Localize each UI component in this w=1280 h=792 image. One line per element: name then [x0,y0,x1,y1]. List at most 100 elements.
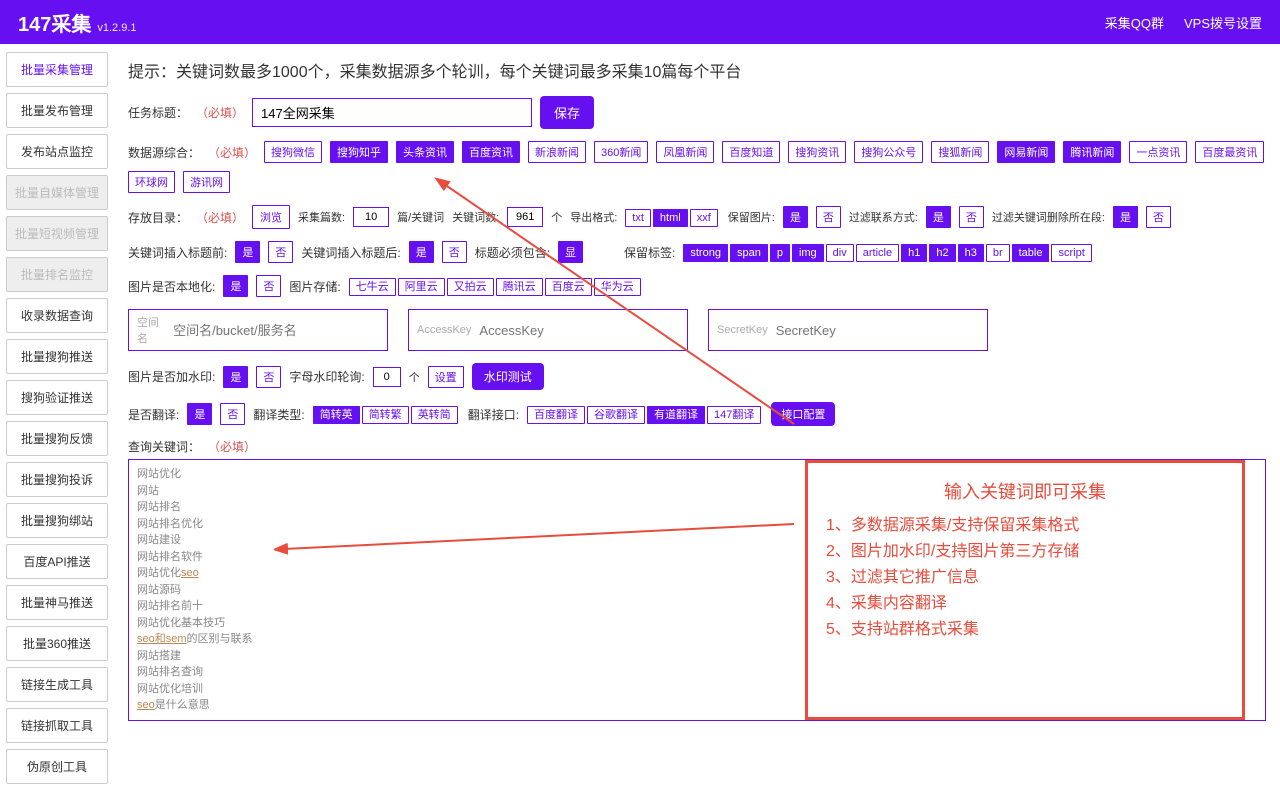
source-tag-1[interactable]: 搜狗知乎 [330,141,388,163]
source-tag-15[interactable]: 环球网 [128,171,175,193]
space-name-field[interactable]: 空间名 [128,309,388,351]
sidebar-item-0[interactable]: 批量采集管理 [6,52,108,87]
source-tag-8[interactable]: 搜狗资讯 [788,141,846,163]
sidebar-item-6[interactable]: 收录数据查询 [6,298,108,333]
kw-prefix-yes[interactable]: 是 [235,241,260,263]
keep-tag-p[interactable]: p [770,244,790,262]
source-tag-10[interactable]: 搜狐新闻 [931,141,989,163]
keep-tag-article[interactable]: article [856,244,899,262]
translate-no[interactable]: 否 [220,403,245,425]
image-store-1[interactable]: 阿里云 [398,278,445,296]
keyword-line-10: seo和sem的区别与联系 [137,631,1257,648]
nav-vps-dial[interactable]: VPS拨号设置 [1184,13,1262,32]
sidebar-item-7[interactable]: 批量搜狗推送 [6,339,108,374]
keyword-line-2: 网站排名 [137,499,1257,516]
keep-tag-br[interactable]: br [986,244,1010,262]
image-store-0[interactable]: 七牛云 [349,278,396,296]
export-format-html[interactable]: html [653,209,688,227]
source-tag-11[interactable]: 网易新闻 [997,141,1055,163]
filter-contact-no[interactable]: 否 [959,206,984,228]
sidebar-item-14[interactable]: 批量360推送 [6,626,108,661]
sidebar-item-11[interactable]: 批量搜狗绑站 [6,503,108,538]
translate-api-1[interactable]: 谷歌翻译 [587,406,645,424]
task-title-required: （必填） [196,104,244,121]
source-tag-5[interactable]: 360新闻 [594,141,648,163]
kw-prefix-label: 关键词插入标题前: [128,244,227,261]
save-button[interactable]: 保存 [540,96,594,129]
access-key-input[interactable] [479,323,679,338]
watermark-no[interactable]: 否 [256,366,281,388]
keep-tag-span[interactable]: span [730,244,768,262]
source-tag-2[interactable]: 头条资讯 [396,141,454,163]
watermark-round-input[interactable] [373,367,401,387]
keyword-count-input[interactable] [507,207,543,227]
source-tag-7[interactable]: 百度知道 [722,141,780,163]
sidebar-item-1[interactable]: 批量发布管理 [6,93,108,128]
sidebar-item-13[interactable]: 批量神马推送 [6,585,108,620]
sidebar-item-12[interactable]: 百度API推送 [6,544,108,579]
export-format-txt[interactable]: txt [625,209,651,227]
filter-delete-para-no[interactable]: 否 [1146,206,1171,228]
keep-tag-h1[interactable]: h1 [901,244,927,262]
api-config-button[interactable]: 接口配置 [771,402,835,426]
kw-suffix-yes[interactable]: 是 [409,241,434,263]
sidebar-item-9[interactable]: 批量搜狗反馈 [6,421,108,456]
translate-yes[interactable]: 是 [187,403,212,425]
kw-prefix-no[interactable]: 否 [268,241,293,263]
keep-tag-h2[interactable]: h2 [929,244,955,262]
collect-count-input[interactable] [353,207,389,227]
source-tag-16[interactable]: 游讯网 [183,171,230,193]
watermark-test-button[interactable]: 水印测试 [472,363,544,390]
filter-delete-para-yes[interactable]: 是 [1113,206,1138,228]
image-localize-yes[interactable]: 是 [223,275,248,297]
image-localize-no[interactable]: 否 [256,275,281,297]
keep-tag-div[interactable]: div [826,244,854,262]
image-store-2[interactable]: 又拍云 [447,278,494,296]
image-store-5[interactable]: 华为云 [594,278,641,296]
keep-tag-img[interactable]: img [792,244,824,262]
source-tag-9[interactable]: 搜狗公众号 [854,141,923,163]
task-title-input[interactable] [252,98,532,127]
secret-key-field[interactable]: SecretKey [708,309,988,351]
image-store-3[interactable]: 腾讯云 [496,278,543,296]
translate-api-0[interactable]: 百度翻译 [527,406,585,424]
keep-tag-h3[interactable]: h3 [958,244,984,262]
translate-type-2[interactable]: 英转简 [411,406,458,424]
source-tag-6[interactable]: 凤凰新闻 [656,141,714,163]
keep-image-no[interactable]: 否 [816,206,841,228]
sidebar-item-16[interactable]: 链接抓取工具 [6,708,108,743]
keep-tag-table[interactable]: table [1012,244,1050,262]
nav-qq-group[interactable]: 采集QQ群 [1105,13,1164,32]
image-store-4[interactable]: 百度云 [545,278,592,296]
translate-api-3[interactable]: 147翻译 [707,406,761,424]
secret-key-input[interactable] [776,323,979,338]
browse-button[interactable]: 浏览 [252,205,290,229]
sources-label: 数据源综合： [128,144,200,161]
translate-api-2[interactable]: 有道翻译 [647,406,705,424]
keep-image-yes[interactable]: 是 [783,206,808,228]
watermark-set-button[interactable]: 设置 [428,366,464,388]
filter-contact-yes[interactable]: 是 [926,206,951,228]
export-format-xxf[interactable]: xxf [690,209,718,227]
sidebar-item-10[interactable]: 批量搜狗投诉 [6,462,108,497]
translate-type-0[interactable]: 简转英 [313,406,360,424]
source-tag-14[interactable]: 百度最资讯 [1195,141,1264,163]
sidebar-item-17[interactable]: 伪原创工具 [6,749,108,784]
space-name-input[interactable] [173,323,379,338]
keywords-textarea[interactable]: 网站优化网站网站排名网站排名优化网站建设网站排名软件网站优化seo网站源码网站排… [128,459,1266,721]
access-key-field[interactable]: AccessKey [408,309,688,351]
sidebar-item-8[interactable]: 搜狗验证推送 [6,380,108,415]
source-tag-0[interactable]: 搜狗微信 [264,141,322,163]
source-tag-12[interactable]: 腾讯新闻 [1063,141,1121,163]
keep-tag-strong[interactable]: strong [683,244,728,262]
watermark-yes[interactable]: 是 [223,366,248,388]
title-must-opt1[interactable]: 显 [558,241,583,263]
sidebar-item-15[interactable]: 链接生成工具 [6,667,108,702]
translate-type-1[interactable]: 简转繁 [362,406,409,424]
source-tag-4[interactable]: 新浪新闻 [528,141,586,163]
source-tag-13[interactable]: 一点资讯 [1129,141,1187,163]
keep-tag-script[interactable]: script [1051,244,1091,262]
source-tag-3[interactable]: 百度资讯 [462,141,520,163]
kw-suffix-no[interactable]: 否 [442,241,467,263]
sidebar-item-2[interactable]: 发布站点监控 [6,134,108,169]
